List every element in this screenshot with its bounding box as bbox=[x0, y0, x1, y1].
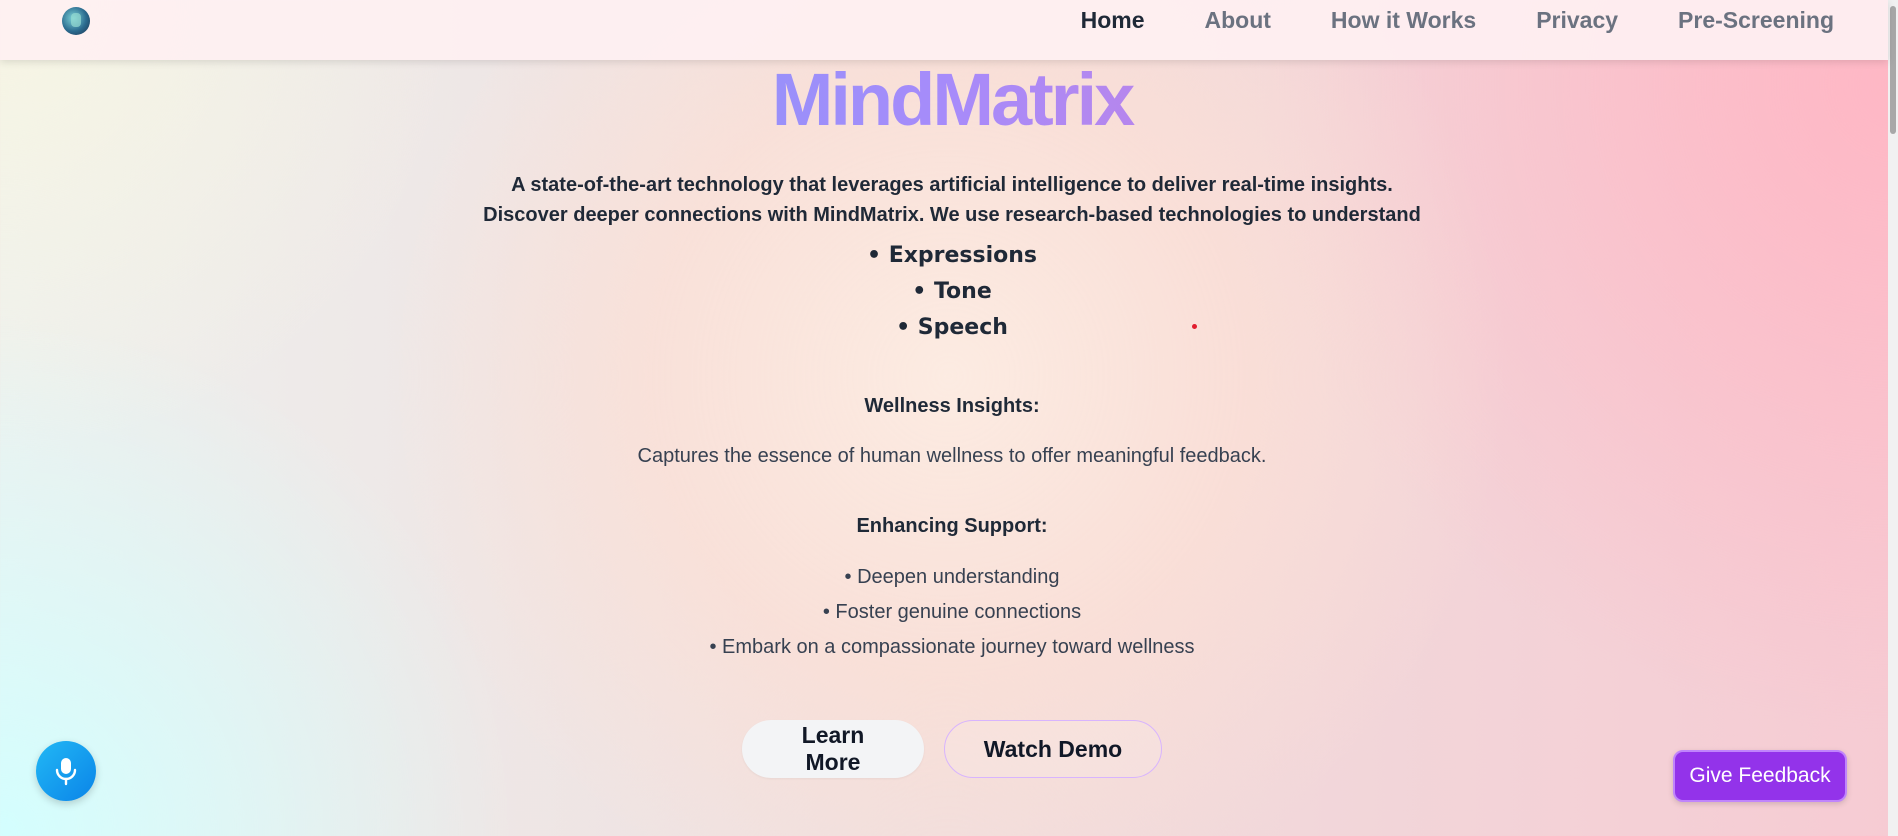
tagline-line-1: A state-of-the-art technology that lever… bbox=[511, 174, 1393, 196]
support-item-understanding: • Deepen understanding bbox=[844, 566, 1060, 588]
tagline-line-2: Discover deeper connections with MindMat… bbox=[483, 204, 1421, 226]
support-item-connections: • Foster genuine connections bbox=[822, 601, 1082, 623]
cta-buttons: Learn More Watch Demo bbox=[0, 720, 1898, 778]
wellness-text: Captures the essence of human wellness t… bbox=[637, 445, 1267, 467]
feature-speech: • Speech bbox=[896, 315, 1008, 340]
nav-pre-screening[interactable]: Pre-Screening bbox=[1678, 7, 1834, 33]
nav-how-it-works[interactable]: How it Works bbox=[1331, 7, 1476, 33]
site-header: Home About How it Works Privacy Pre-Scre… bbox=[0, 0, 1888, 60]
wellness-title: Wellness Insights: bbox=[864, 395, 1040, 417]
learn-more-button[interactable]: Learn More bbox=[742, 720, 924, 778]
page-scrollbar[interactable] bbox=[1888, 0, 1898, 836]
feature-tone: • Tone bbox=[912, 279, 992, 304]
support-list: • Deepen understanding • Foster genuine … bbox=[0, 560, 1898, 665]
voice-input-button[interactable] bbox=[36, 741, 96, 801]
brand-title: MindMatrix bbox=[0, 58, 1898, 142]
brain-logo-icon[interactable] bbox=[62, 7, 90, 35]
feature-expressions: • Expressions bbox=[866, 243, 1038, 268]
support-title: Enhancing Support: bbox=[856, 515, 1048, 537]
main-nav: Home About How it Works Privacy Pre-Scre… bbox=[1081, 7, 1834, 33]
give-feedback-button[interactable]: Give Feedback bbox=[1673, 750, 1847, 802]
tagline: A state-of-the-art technology that lever… bbox=[0, 170, 1898, 230]
nav-about[interactable]: About bbox=[1205, 7, 1271, 33]
watch-demo-button[interactable]: Watch Demo bbox=[944, 720, 1162, 778]
support-item-journey: • Embark on a compassionate journey towa… bbox=[709, 636, 1195, 658]
nav-privacy[interactable]: Privacy bbox=[1536, 7, 1618, 33]
brand-title-text: MindMatrix bbox=[771, 58, 1133, 141]
microphone-icon bbox=[55, 758, 77, 786]
feature-list: • Expressions • Tone • Speech bbox=[0, 238, 1898, 346]
hero-section: MindMatrix A state-of-the-art technology… bbox=[0, 0, 1898, 836]
scrollbar-thumb[interactable] bbox=[1890, 6, 1896, 134]
cursor-dot bbox=[1192, 324, 1197, 329]
nav-home[interactable]: Home bbox=[1081, 7, 1145, 33]
